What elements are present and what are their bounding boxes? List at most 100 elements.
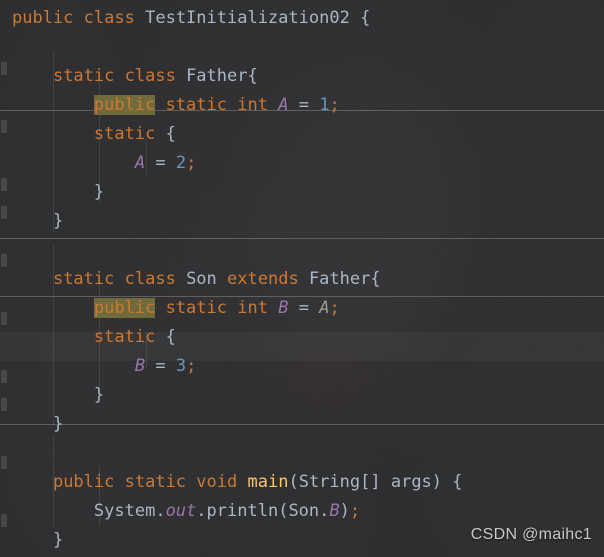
code-token: ; xyxy=(349,501,361,521)
code-editor[interactable]: public class TestInitialization02 { stat… xyxy=(0,0,604,557)
code-token: ( xyxy=(288,472,299,492)
code-line[interactable]: public static int A = 1; xyxy=(0,91,604,120)
csdn-watermark: CSDN @maihc1 xyxy=(470,526,592,543)
code-token: main xyxy=(247,472,289,492)
code-token: { xyxy=(165,327,176,347)
code-token: println xyxy=(206,501,279,521)
code-line[interactable]: public static void main(String[] args) { xyxy=(0,468,604,497)
code-line[interactable]: static class Father{ xyxy=(0,62,604,91)
code-line[interactable]: public static int B = A; xyxy=(0,294,604,323)
code-token: = xyxy=(298,298,309,318)
code-line[interactable]: } xyxy=(0,381,604,410)
code-token: 1 xyxy=(319,95,330,115)
code-token: Son xyxy=(186,269,217,289)
code-line[interactable]: static { xyxy=(0,120,604,149)
code-token: extends xyxy=(227,269,299,289)
code-line[interactable]: } xyxy=(0,178,604,207)
code-line[interactable]: A = 2; xyxy=(0,149,604,178)
code-token: . xyxy=(196,501,207,521)
code-token: ; xyxy=(186,356,197,376)
code-token: { xyxy=(452,472,463,492)
code-line[interactable] xyxy=(0,236,604,265)
code-token: static xyxy=(93,124,156,144)
code-token: static xyxy=(52,269,115,289)
code-token: class xyxy=(83,8,135,28)
code-token: B xyxy=(134,356,146,376)
code-token: A xyxy=(278,95,289,115)
code-token: { xyxy=(360,8,371,28)
code-line[interactable]: B = 3; xyxy=(0,352,604,381)
code-token: int xyxy=(237,95,268,115)
code-token: System xyxy=(93,501,156,521)
code-token: public xyxy=(52,472,115,492)
code-token: static xyxy=(165,298,227,318)
code-line[interactable] xyxy=(0,33,604,62)
code-line[interactable]: static { xyxy=(0,323,604,352)
code-token: out xyxy=(165,501,197,521)
code-line[interactable]: } xyxy=(0,410,604,439)
code-text-area[interactable]: public class TestInitialization02 { stat… xyxy=(0,0,604,557)
code-token: . xyxy=(155,501,166,521)
code-token: . xyxy=(319,501,330,521)
code-token: = xyxy=(298,95,309,115)
code-token: ) xyxy=(339,501,350,521)
code-token: static xyxy=(93,327,156,347)
code-line[interactable]: static class Son extends Father{ xyxy=(0,265,604,294)
code-line[interactable]: } xyxy=(0,207,604,236)
code-token: ; xyxy=(329,95,340,115)
code-token: static xyxy=(124,472,187,492)
code-token: ( xyxy=(278,501,289,521)
code-token: { xyxy=(370,269,381,289)
code-token: class xyxy=(124,269,176,289)
code-token: A xyxy=(319,298,330,318)
code-line[interactable] xyxy=(0,439,604,468)
code-token: TestInitialization02 xyxy=(145,8,350,28)
code-token: static xyxy=(165,95,227,115)
code-token: 3 xyxy=(175,356,187,376)
code-line[interactable]: public class TestInitialization02 { xyxy=(0,4,604,33)
code-token: [] xyxy=(360,472,391,492)
code-token: } xyxy=(52,530,64,550)
code-token: String xyxy=(298,472,361,492)
code-token: } xyxy=(52,414,64,434)
code-token: } xyxy=(93,385,105,405)
code-token: Son xyxy=(288,501,320,521)
code-token: public xyxy=(93,298,156,318)
code-token: void xyxy=(196,472,238,492)
code-token: B xyxy=(329,501,340,521)
code-token: = xyxy=(155,153,166,173)
code-token: class xyxy=(124,66,176,86)
